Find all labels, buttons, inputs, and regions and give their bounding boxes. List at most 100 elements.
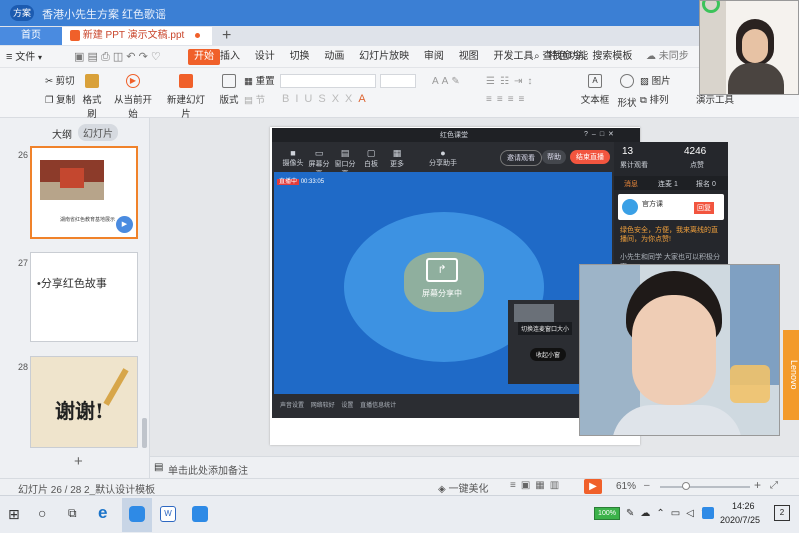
menu-item-view[interactable]: 视图 — [459, 46, 479, 68]
clear-format-icon[interactable]: ✎ — [451, 76, 462, 87]
format-painter-button[interactable]: 格式刷 — [78, 74, 106, 120]
bullets-icon[interactable]: ☰ — [486, 76, 500, 87]
more-button[interactable]: ▦ 更多 — [384, 148, 410, 169]
end-live-button[interactable]: 结束直播 — [570, 150, 610, 164]
zoom-slider[interactable] — [660, 482, 750, 490]
zoom-slider-handle[interactable] — [682, 482, 690, 490]
play-from-current-button[interactable]: ▶ 从当前开始 — [112, 74, 154, 120]
cloud-tray-icon[interactable]: ☁ — [640, 508, 656, 519]
reply-button[interactable]: 回复 — [694, 202, 714, 214]
app-store-icon[interactable] — [192, 506, 208, 522]
notification-center-icon[interactable]: 2 — [774, 505, 790, 521]
maximize-icon[interactable]: □ — [600, 131, 608, 138]
task-view-icon[interactable]: ⧉ — [68, 506, 77, 521]
play-audio-icon[interactable]: ▶ — [116, 216, 133, 233]
numbering-icon[interactable]: ☷ — [500, 76, 514, 87]
beautify-button[interactable]: ◈ 一键美化 — [438, 480, 488, 495]
tab-document[interactable]: 新建 PPT 演示文稿.ppt — [62, 27, 212, 45]
whiteboard-button[interactable]: ▢ 白板 — [358, 148, 384, 169]
zoom-in-button[interactable]: + — [754, 478, 761, 492]
tab-signup[interactable]: 报名 0 — [696, 179, 716, 189]
tab-slides[interactable]: 幻灯片 — [78, 124, 118, 141]
search-circle-icon[interactable]: ○ — [38, 505, 46, 521]
windows-start-icon[interactable]: ⊞ — [8, 506, 20, 523]
menu-item-transition[interactable]: 切换 — [290, 46, 310, 68]
cut-button[interactable]: ✂ 剪切 — [45, 73, 75, 87]
monitor-icon[interactable]: ▭ — [671, 508, 686, 519]
shrink-font-icon[interactable]: A — [442, 76, 452, 87]
menu-item-design[interactable]: 设计 — [255, 46, 275, 68]
camera-button[interactable]: ■ 摄像头 — [280, 148, 306, 168]
slide-thumbnail-28[interactable]: 谢谢! — [30, 356, 138, 448]
wps-icon[interactable]: W — [160, 506, 176, 522]
redo-icon[interactable]: ↷ — [139, 51, 148, 63]
layout-button[interactable]: 版式 — [218, 74, 240, 106]
font-size-select[interactable] — [380, 74, 416, 88]
export-pdf-icon[interactable]: ▤ — [87, 51, 97, 63]
slide-thumbnail-27[interactable]: •分享红色故事 — [30, 252, 138, 342]
slide-thumbnail-26[interactable]: 湖南省红色教育基地展示 ▶ — [30, 146, 138, 239]
sorter-view-icon[interactable]: ▦ — [535, 480, 549, 491]
picture-button[interactable]: ▨ 图片 — [640, 73, 671, 87]
print-icon[interactable]: ⎙ — [101, 51, 110, 63]
scrollbar[interactable] — [142, 418, 147, 448]
collapse-mini-window-button[interactable]: 收起小窗 — [530, 348, 567, 361]
save-icon[interactable]: ▣ — [74, 51, 84, 63]
tab-home[interactable]: 首页 — [0, 27, 62, 45]
fit-window-icon[interactable]: ⤢ — [770, 480, 778, 491]
clock-date[interactable]: 2020/7/25 — [720, 515, 760, 525]
sound-settings[interactable]: 声音设置 — [280, 403, 304, 409]
superscript-icon[interactable]: X — [332, 93, 345, 105]
section-button[interactable]: ▤ 节 — [244, 92, 265, 106]
invite-button[interactable]: 邀请观看 — [500, 150, 542, 166]
edge-browser-icon[interactable]: e — [98, 503, 107, 523]
clock-time[interactable]: 14:26 — [732, 501, 755, 511]
menu-item-review[interactable]: 审阅 — [424, 46, 444, 68]
indent-icon[interactable]: ⇥ — [514, 76, 527, 87]
sync-status[interactable]: ☁ 未同步 — [646, 46, 689, 68]
align-right-icon[interactable]: ≡ — [508, 94, 519, 105]
minimize-icon[interactable]: – — [592, 131, 600, 138]
menu-item-insert[interactable]: 插入 — [220, 46, 240, 68]
bold-icon[interactable]: B — [282, 93, 295, 105]
menu-item-start[interactable]: 开始 — [188, 49, 220, 65]
strikethrough-icon[interactable]: S — [318, 93, 331, 105]
battery-indicator[interactable]: 100% — [594, 507, 620, 520]
volume-icon[interactable]: ◁ — [686, 508, 700, 519]
settings-link[interactable]: 设置 — [341, 403, 353, 409]
command-search[interactable]: ⌕ 查找命令、搜索模板 — [534, 46, 632, 68]
help-button[interactable]: 帮助 — [542, 150, 566, 164]
pen-icon[interactable]: ✎ — [626, 508, 640, 519]
new-tab-button[interactable]: + — [222, 26, 231, 46]
taskbar-app-active[interactable] — [122, 498, 152, 532]
notes-toggle-icon[interactable]: ≡ — [510, 480, 521, 491]
close-icon[interactable]: ✕ — [608, 131, 618, 138]
file-menu[interactable]: ≡ 文件 ▾ — [6, 46, 42, 69]
live-stats-link[interactable]: 直播信息统计 — [360, 403, 396, 409]
menu-item-animation[interactable]: 动画 — [324, 46, 344, 68]
align-center-icon[interactable]: ≡ — [497, 94, 508, 105]
zoom-level[interactable]: 61% — [616, 481, 636, 492]
print-preview-icon[interactable]: ◫ — [113, 51, 123, 63]
add-slide-button[interactable]: + — [74, 453, 83, 470]
tab-mic[interactable]: 连麦 1 — [658, 179, 678, 189]
shape-button[interactable]: 形状 — [614, 74, 640, 109]
zoom-out-button[interactable]: – — [644, 480, 650, 491]
underline-icon[interactable]: U — [304, 93, 318, 105]
reading-view-icon[interactable]: ▥ — [550, 480, 564, 491]
undo-icon[interactable]: ↶ — [126, 51, 135, 63]
arrange-button[interactable]: ⧉ 排列 — [640, 92, 668, 106]
chevron-up-icon[interactable]: ⌃ — [656, 508, 670, 519]
input-method-icon[interactable] — [702, 507, 714, 519]
align-left-icon[interactable]: ≡ — [486, 94, 497, 105]
textbox-button[interactable]: A 文本框 — [580, 74, 610, 106]
tab-messages[interactable]: 消息 — [624, 179, 638, 189]
slideshow-play-button[interactable]: ▶ — [584, 479, 602, 494]
copy-button[interactable]: ❐ 复制 — [45, 92, 75, 106]
new-slide-button[interactable]: 新建幻灯片 — [166, 74, 206, 120]
font-color-icon[interactable]: A — [358, 93, 371, 105]
tab-outline[interactable]: 大纲 — [52, 126, 72, 141]
font-family-select[interactable] — [280, 74, 376, 88]
switch-mic-window-button[interactable]: 切换连麦窗口大小 — [518, 322, 573, 335]
normal-view-icon[interactable]: ▣ — [521, 480, 535, 491]
